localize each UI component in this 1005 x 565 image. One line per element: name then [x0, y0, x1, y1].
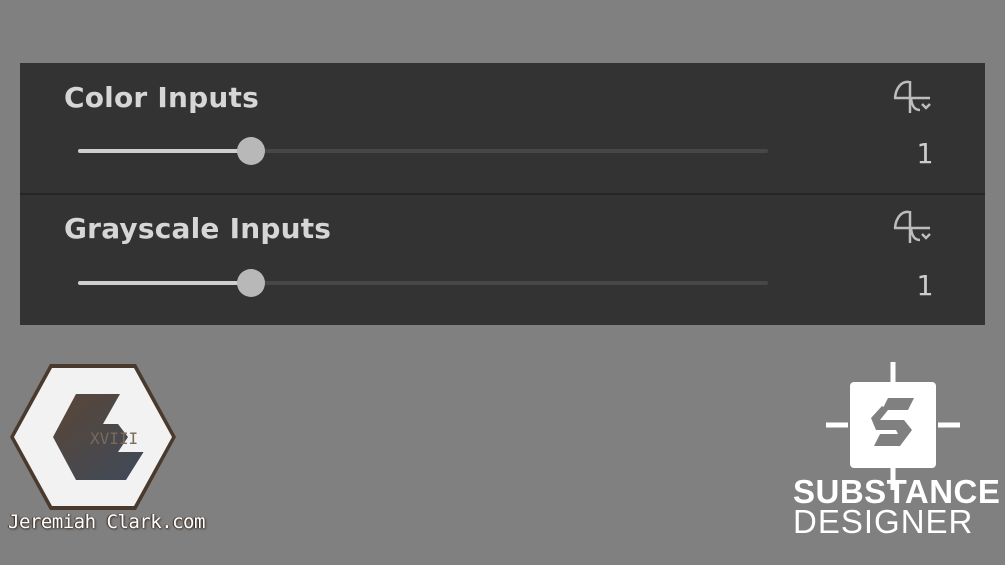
substance-designer-logo-icon	[826, 362, 960, 490]
hexagon-c-logo-icon: XVIII	[10, 364, 176, 510]
slider-fill	[78, 149, 251, 153]
parameters-panel: Color Inputs 1 Grayscale Inputs 1	[20, 63, 985, 325]
slider-fill	[78, 281, 251, 285]
parameter-color-inputs: Color Inputs 1	[20, 63, 985, 195]
logo-mark-text: XVIII	[90, 429, 138, 448]
parameter-label: Grayscale Inputs	[64, 212, 332, 245]
watermark-text: Jeremiah Clark.com	[8, 511, 205, 533]
function-graph-dropdown-icon[interactable]	[890, 207, 936, 245]
parameter-grayscale-inputs: Grayscale Inputs 1	[20, 195, 985, 325]
product-name-line2: DESIGNER	[793, 503, 974, 540]
slider-thumb[interactable]	[236, 269, 265, 297]
parameter-value[interactable]: 1	[916, 269, 933, 302]
parameter-label: Color Inputs	[64, 81, 259, 114]
parameter-value[interactable]: 1	[916, 137, 933, 170]
function-graph-dropdown-icon[interactable]	[890, 77, 936, 115]
grayscale-inputs-slider[interactable]	[78, 269, 768, 297]
slider-thumb[interactable]	[236, 137, 265, 165]
color-inputs-slider[interactable]	[78, 137, 768, 165]
